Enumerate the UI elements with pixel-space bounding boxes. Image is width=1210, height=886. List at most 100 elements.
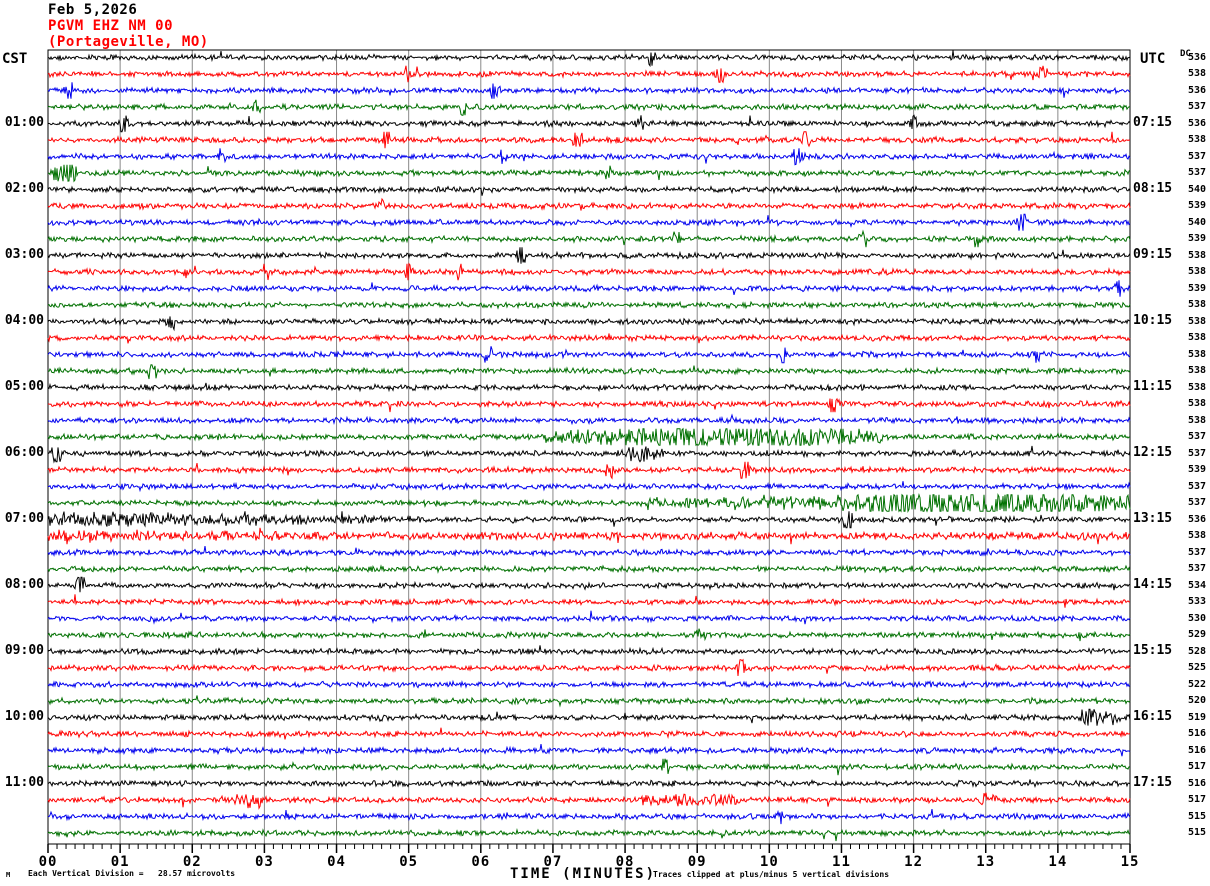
seismo-trace-row-8 <box>47 184 1131 196</box>
x-axis-tick-label: 04 <box>327 854 346 870</box>
dc-value: 538 <box>1187 299 1206 310</box>
dc-value: 520 <box>1187 695 1206 706</box>
utc-hour-label: 16:15 <box>1133 708 1173 724</box>
dc-value: 537 <box>1187 480 1206 492</box>
seismo-trace-row-28 <box>47 511 1131 529</box>
x-axis-tick-label: 05 <box>399 854 419 870</box>
dc-value: 538 <box>1187 134 1206 145</box>
x-axis-tick-label: 11 <box>832 854 851 870</box>
seismo-trace-row-17 <box>47 333 1131 344</box>
seismo-trace-row-7 <box>47 164 1131 183</box>
dc-value: 530 <box>1187 612 1206 624</box>
seismo-trace-row-9 <box>47 197 1131 211</box>
x-axis-tick-label: 06 <box>471 854 491 870</box>
seismo-trace-row-3 <box>47 99 1131 116</box>
seismo-trace-row-14 <box>47 280 1131 297</box>
utc-hour-label: 12:15 <box>1133 444 1173 460</box>
cst-hour-label: 03:00 <box>4 246 44 262</box>
seismo-trace-row-22 <box>47 413 1131 426</box>
seismo-trace-row-10 <box>47 213 1131 231</box>
seismo-trace-row-16 <box>47 316 1130 332</box>
seismo-trace-row-21 <box>48 397 1131 413</box>
seismo-trace-row-39 <box>47 695 1131 708</box>
dc-value: 538 <box>1187 315 1206 327</box>
dc-value: 539 <box>1187 282 1206 294</box>
seismo-trace-row-4 <box>47 114 1131 133</box>
utc-hour-label: 11:15 <box>1133 378 1173 394</box>
x-axis-tick-label: 00 <box>38 854 58 870</box>
x-axis-tick-label: 15 <box>1120 854 1140 870</box>
x-axis-tick-label: 10 <box>759 854 779 870</box>
seismo-trace-row-6 <box>47 148 1131 166</box>
dc-value: 519 <box>1187 711 1206 723</box>
seismogram-plot[interactable] <box>0 0 1210 886</box>
dc-value: 515 <box>1187 810 1206 822</box>
dc-value: 539 <box>1187 200 1206 211</box>
dc-value: 525 <box>1187 662 1206 673</box>
seismo-trace-row-30 <box>47 546 1131 558</box>
seismo-trace-row-2 <box>47 82 1131 99</box>
dc-value: 537 <box>1187 167 1206 178</box>
dc-value: 537 <box>1187 497 1206 508</box>
seismo-trace-row-45 <box>47 792 1131 810</box>
x-axis-tick-label: 14 <box>1048 854 1068 870</box>
utc-hour-label: 09:15 <box>1133 246 1173 262</box>
seismo-trace-row-18 <box>47 346 1131 364</box>
seismo-trace-row-11 <box>47 229 1131 248</box>
utc-hour-label: 13:15 <box>1133 510 1173 526</box>
dc-value: 538 <box>1187 348 1206 360</box>
dc-value: 540 <box>1187 183 1206 195</box>
dc-value: 534 <box>1187 579 1206 591</box>
cst-hour-label: 01:00 <box>4 114 44 130</box>
dc-value: 540 <box>1187 216 1206 228</box>
seismo-trace-row-29 <box>47 527 1131 545</box>
dc-value: 536 <box>1187 117 1206 129</box>
x-axis-tick-label: 08 <box>615 854 635 870</box>
seismo-trace-row-34 <box>47 610 1131 625</box>
dc-value: 522 <box>1187 678 1206 690</box>
seismo-trace-row-19 <box>47 364 1131 380</box>
seismo-trace-row-32 <box>47 576 1131 593</box>
seismo-trace-row-40 <box>47 708 1131 726</box>
seismo-trace-row-42 <box>47 744 1131 757</box>
seismo-trace-row-37 <box>47 658 1131 677</box>
utc-hour-label: 15:15 <box>1133 642 1173 658</box>
seismo-trace-row-12 <box>47 247 1131 264</box>
dc-value: 536 <box>1187 513 1206 525</box>
dc-value: 516 <box>1187 744 1206 756</box>
x-axis-tick-label: 01 <box>110 854 130 870</box>
dc-value: 538 <box>1187 249 1206 261</box>
vertical-scale-note: Each Vertical Division = 28.57 microvolt… <box>28 869 236 878</box>
clipping-note: Traces clipped at plus/minus 5 vertical … <box>653 870 890 879</box>
seismo-trace-row-27 <box>47 493 1131 514</box>
x-axis-tick-label: 12 <box>904 854 924 870</box>
dc-value: 536 <box>1187 84 1206 96</box>
seismo-trace-row-47 <box>47 828 1131 842</box>
plot-frame <box>47 49 1131 845</box>
dc-value: 537 <box>1187 431 1206 442</box>
dc-value: 537 <box>1187 447 1206 459</box>
seismo-trace-row-15 <box>47 300 1131 310</box>
seismo-trace-row-38 <box>47 679 1131 690</box>
x-axis-tick-label: 03 <box>254 854 274 870</box>
dc-value: 537 <box>1187 150 1206 162</box>
cst-hour-label: 06:00 <box>4 444 44 460</box>
seismo-trace-row-36 <box>47 645 1131 657</box>
dc-value: 538 <box>1187 266 1206 277</box>
dc-value: 533 <box>1187 596 1206 607</box>
dc-value: 538 <box>1187 381 1206 393</box>
dc-value: 515 <box>1187 827 1206 838</box>
cst-hour-label: 10:00 <box>4 708 44 724</box>
cst-hour-label: 08:00 <box>4 576 44 592</box>
utc-hour-label: 07:15 <box>1133 114 1173 130</box>
dc-value: 517 <box>1187 761 1206 772</box>
cst-hour-label: 09:00 <box>4 642 44 658</box>
cst-hour-label: 04:00 <box>4 312 44 328</box>
seismo-trace-row-41 <box>47 727 1131 740</box>
dc-value: 516 <box>1187 777 1206 789</box>
cst-hour-label: 05:00 <box>4 378 44 394</box>
dc-value: 539 <box>1187 233 1206 244</box>
seismo-trace-row-35 <box>47 628 1131 642</box>
corner-mark: M <box>6 871 11 879</box>
dc-value: 529 <box>1187 629 1206 640</box>
